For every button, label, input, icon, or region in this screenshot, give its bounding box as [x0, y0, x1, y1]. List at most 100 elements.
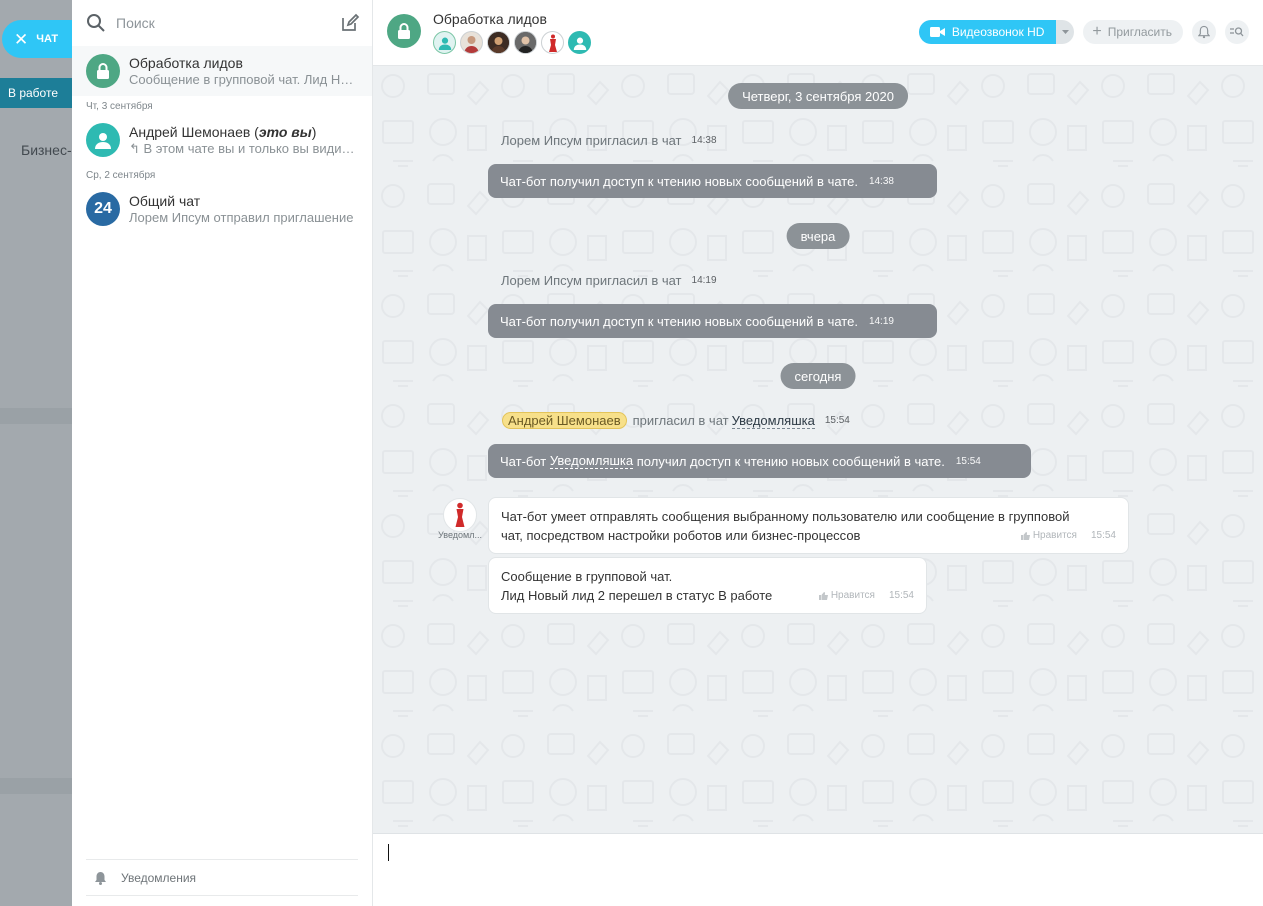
- message-input-area: [373, 833, 1263, 906]
- chat-item-preview: Лорем Ипсум отправил приглашение: [129, 210, 354, 225]
- message-text-line: Чат-бот умеет отправлять сообщения выбра…: [501, 509, 1070, 524]
- message-time: 14:38: [868, 175, 894, 187]
- system-invite-text: Лорем Ипсум пригласил в чат: [501, 273, 682, 288]
- members-list: [433, 31, 591, 54]
- message-time: 15:54: [888, 590, 914, 601]
- thumb-up-icon: [818, 591, 828, 600]
- bot-name: Уведомл...: [438, 530, 482, 540]
- message-time: 14:38: [691, 135, 717, 146]
- message-time: 15:54: [955, 455, 981, 467]
- person-photo-icon: [515, 32, 536, 53]
- user-mention[interactable]: Андрей Шемонаев: [502, 412, 627, 429]
- background-band: [0, 408, 72, 424]
- member-avatar[interactable]: [487, 31, 510, 54]
- chat-item-personal[interactable]: Андрей Шемонаев (это вы) ↰ В этом чате в…: [72, 115, 372, 165]
- date-divider: сегодня: [780, 363, 856, 389]
- date-divider: вчера: [786, 223, 850, 249]
- chat-item-general[interactable]: 24 Общий чат Лорем Ипсум отправил пригла…: [72, 184, 372, 234]
- message-time: 14:19: [691, 275, 717, 286]
- bot-figure-icon: [548, 34, 557, 52]
- dialog-header: Обработка лидов Видеозвонок HD + Приглас…: [373, 0, 1263, 66]
- video-call-button[interactable]: Видеозвонок HD: [918, 20, 1057, 44]
- system-message-bubble: Чат-бот получил доступ к чтению новых со…: [488, 304, 937, 338]
- notifications-item[interactable]: Уведомления: [86, 859, 358, 896]
- search-list-icon: [1230, 27, 1244, 37]
- background-band: [0, 778, 72, 794]
- like-button[interactable]: Нравится: [818, 586, 875, 605]
- bot-mention-link[interactable]: Уведомляшка: [731, 413, 815, 429]
- system-invite-text: Лорем Ипсум пригласил в чат: [501, 133, 682, 148]
- close-chat-button[interactable]: ✕ ЧАТ: [2, 20, 72, 58]
- invite-label: Пригласить: [1107, 25, 1172, 39]
- header-actions: Видеозвонок HD + Пригласить: [918, 20, 1249, 44]
- chat-item-title: Общий чат: [129, 193, 201, 209]
- date-separator: Ср, 2 сентября: [86, 170, 156, 181]
- message-meta: Нравится 15:54: [805, 586, 914, 605]
- search-input[interactable]: [116, 15, 340, 31]
- bell-icon: [1198, 25, 1210, 39]
- background-stage-tag: В работе: [0, 78, 72, 108]
- background-crm-page: [0, 0, 72, 906]
- message-time: 14:19: [868, 315, 894, 327]
- bell-icon: [95, 871, 106, 885]
- person-photo-icon: [488, 32, 509, 53]
- person-photo-icon: [461, 32, 482, 53]
- message-bubble: Сообщение в групповой чат. Лид Новый лид…: [488, 557, 927, 614]
- system-message-text: получил доступ к чтению новых сообщений …: [636, 453, 945, 469]
- bot-figure-icon: [455, 502, 465, 527]
- chat-item-title-name: Андрей Шемонаев: [129, 123, 251, 140]
- system-message-text: Чат-бот получил доступ к чтению новых со…: [500, 313, 858, 329]
- search-bar: [72, 0, 372, 46]
- message-time: 15:54: [1090, 530, 1116, 541]
- like-label: Нравится: [1032, 530, 1077, 541]
- member-avatar[interactable]: [541, 31, 564, 54]
- search-messages-button[interactable]: [1225, 20, 1249, 44]
- system-message-prefix: Чат-бот: [500, 453, 547, 469]
- system-invite-line: Лорем Ипсум пригласил в чат 14:19: [501, 273, 717, 288]
- background-label: Бизнес-: [21, 142, 72, 158]
- member-avatar[interactable]: [433, 31, 456, 54]
- video-call-dropdown[interactable]: [1056, 20, 1075, 44]
- dialog-title[interactable]: Обработка лидов: [433, 11, 591, 27]
- recent-chats-panel: Обработка лидов Сообщение в групповой ча…: [72, 0, 373, 906]
- chat-item-preview: Сообщение в групповой чат. Лид Новый лид…: [129, 72, 358, 87]
- bot-avatar[interactable]: [443, 498, 477, 532]
- reply-icon: ↰: [129, 140, 144, 156]
- member-avatar[interactable]: [514, 31, 537, 54]
- user-icon: [86, 123, 120, 157]
- lock-icon: [387, 14, 421, 48]
- chat-item-title: Обработка лидов: [129, 55, 243, 71]
- message-input[interactable]: [387, 842, 1247, 898]
- general-chat-avatar: 24: [86, 192, 120, 226]
- system-invite-line: Лорем Ипсум пригласил в чат 14:38: [501, 133, 717, 148]
- system-invite-line: Андрей Шемонаев пригласил в чат Уведомля…: [502, 412, 850, 429]
- chat-item-preview: ↰ В этом чате вы и только вы видите сооб…: [129, 141, 358, 157]
- like-label: Нравится: [830, 590, 875, 601]
- compose-icon[interactable]: [340, 13, 360, 33]
- date-divider: Четверг, 3 сентября 2020: [728, 83, 908, 109]
- notifications-label: Уведомления: [121, 870, 197, 885]
- message-text-line: Лид Новый лид 2 перешел в статус В работ…: [501, 588, 773, 603]
- close-icon: ✕: [14, 29, 29, 49]
- member-avatar[interactable]: [460, 31, 483, 54]
- lock-icon: [86, 54, 120, 88]
- system-message-bubble: Чат-бот получил доступ к чтению новых со…: [488, 164, 937, 198]
- date-separator: Чт, 3 сентября: [86, 101, 153, 112]
- chat-item-lead-processing[interactable]: Обработка лидов Сообщение в групповой ча…: [72, 46, 372, 96]
- message-text-line: чат, посредством настройки роботов или б…: [501, 528, 861, 543]
- like-button[interactable]: Нравится: [1020, 526, 1077, 545]
- chat-item-preview-text: В этом чате вы и только вы видите сообще…: [143, 140, 358, 156]
- invite-button[interactable]: + Пригласить: [1083, 20, 1183, 44]
- message-bubble: Чат-бот умеет отправлять сообщения выбра…: [488, 497, 1129, 554]
- system-message-text: Чат-бот получил доступ к чтению новых со…: [500, 173, 858, 189]
- messages-area: Четверг, 3 сентября 2020 Лорем Ипсум при…: [373, 66, 1263, 833]
- user-icon: [573, 37, 586, 50]
- you-label: это вы: [258, 123, 312, 140]
- video-call-group: Видеозвонок HD: [918, 20, 1075, 44]
- plus-icon: +: [1092, 23, 1102, 40]
- notifications-toggle-button[interactable]: [1192, 20, 1216, 44]
- close-chat-label: ЧАТ: [36, 33, 59, 45]
- bot-mention-link[interactable]: Уведомляшка: [549, 453, 634, 469]
- member-avatar[interactable]: [568, 31, 591, 54]
- camera-icon: [929, 27, 945, 37]
